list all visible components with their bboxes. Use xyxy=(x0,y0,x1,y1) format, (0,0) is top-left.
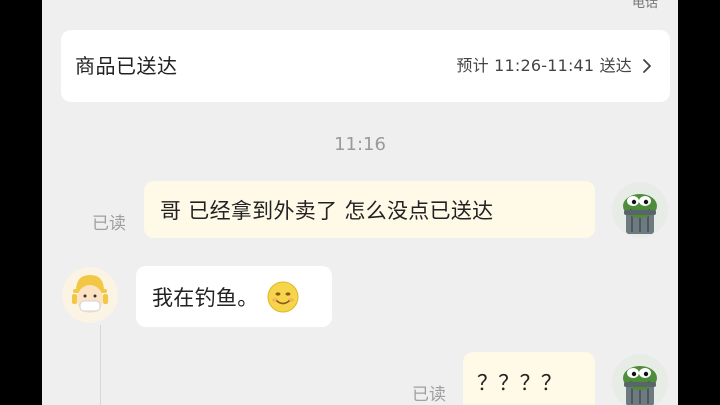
divider xyxy=(100,325,101,405)
message-timestamp: 11:16 xyxy=(334,134,386,155)
read-status: 已读 xyxy=(412,385,446,405)
user-avatar-frog[interactable] xyxy=(612,182,668,238)
message-bubble-outgoing[interactable]: 哥 已经拿到外卖了 怎么没点已送达 xyxy=(144,181,595,238)
chat-screen: 电话 商品已送达 预计 11:26-11:41 送达 11:16 已读 哥 已经… xyxy=(42,0,678,405)
delivery-status-title: 商品已送达 xyxy=(75,54,178,78)
delivery-eta-text: 预计 11:26-11:41 送达 xyxy=(456,56,632,75)
delivery-eta[interactable]: 预计 11:26-11:41 送达 xyxy=(456,55,652,77)
contact-avatar[interactable] xyxy=(62,267,118,323)
delivery-status-card[interactable]: 商品已送达 预计 11:26-11:41 送达 xyxy=(61,30,670,102)
smiling-face-emoji-icon xyxy=(267,281,299,313)
message-bubble-incoming[interactable]: 我在钓鱼。 xyxy=(136,266,332,327)
frog-avatar-icon xyxy=(612,182,668,238)
message-text: 我在钓鱼。 xyxy=(152,285,259,310)
message-text: 哥 已经拿到外卖了 怎么没点已送达 xyxy=(160,198,494,223)
call-label[interactable]: 电话 xyxy=(632,0,658,11)
courier-avatar-icon xyxy=(62,267,118,323)
message-bubble-outgoing[interactable]: ？？？？ xyxy=(463,352,595,405)
user-avatar-frog[interactable] xyxy=(612,354,668,405)
chevron-right-icon xyxy=(642,58,652,74)
message-text: ？？？？ xyxy=(477,371,563,395)
frog-avatar-icon xyxy=(612,354,668,405)
read-status: 已读 xyxy=(92,214,126,234)
